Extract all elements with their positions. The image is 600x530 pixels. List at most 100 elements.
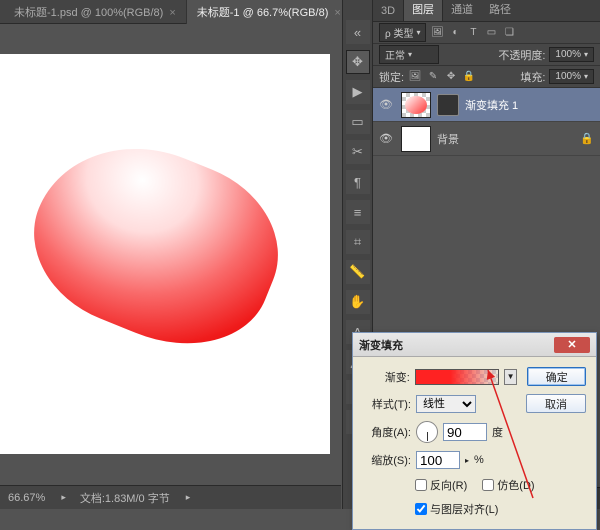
gradient-label: 渐变: [363,369,410,385]
layer-row[interactable]: 👁 渐变填充 1 [373,88,600,122]
crop-icon: ⌗ [354,234,361,250]
kind-label: ρ 类型 [385,25,413,40]
filter-smart-icon[interactable]: ❏ [502,26,516,40]
lock-pixels-icon[interactable]: 🖼 [408,70,422,84]
paragraph-icon: ¶ [354,175,361,190]
angle-dial[interactable] [416,421,438,443]
chevron-right-icon[interactable]: ▸ [61,492,66,503]
scale-unit: % [474,454,484,466]
lock-label: 锁定: [379,69,404,85]
play-icon: ▶ [353,84,363,100]
visibility-icon[interactable]: 👁 [379,132,395,145]
angle-label: 角度(A): [363,424,411,440]
dither-label: 仿色(D) [497,477,534,493]
lock-icon: 🔒 [580,132,594,145]
document-tab[interactable]: 未标题-1 @ 66.7%(RGB/8) × [187,0,352,24]
gradient-picker-button[interactable]: ▼ [504,369,518,385]
layer-thumbnail[interactable] [401,126,431,152]
chevron-down-icon: ▾ [584,50,588,59]
cancel-button[interactable]: 取消 [526,394,586,413]
tab-layers[interactable]: 图层 [403,0,443,21]
visibility-icon[interactable]: 👁 [379,98,395,111]
filter-adjust-icon[interactable]: ◐ [448,26,462,40]
panel-tabs: 3D 图层 通道 路径 [373,0,600,22]
layer-list: 👁 渐变填充 1 👁 背景 🔒 [373,88,600,156]
dialog-titlebar[interactable]: 渐变填充 ✕ [353,333,596,357]
tool-button[interactable]: ▭ [346,110,370,134]
kind-dropdown[interactable]: ρ 类型▾ [379,23,426,42]
scale-label: 缩放(S): [363,452,411,468]
opacity-value: 100% [555,49,581,60]
tab-label: 未标题-1 @ 66.7%(RGB/8) [197,7,329,19]
gradient-shape[interactable] [9,115,303,373]
align-label: 与图层对齐(L) [430,501,498,517]
lock-move-icon[interactable]: ✥ [444,70,458,84]
tool-button[interactable]: ⌗ [346,230,370,254]
angle-unit: 度 [492,424,503,440]
zoom-level[interactable]: 66.67% [8,492,45,504]
lock-row: 锁定: 🖼 ✎ ✥ 🔒 填充: 100%▾ [373,66,600,88]
chevron-down-icon: ▾ [584,72,588,81]
layer-filter-row: ρ 类型▾ 🖼 ◐ T ▭ ❏ [373,22,600,44]
fill-value: 100% [555,71,581,82]
ok-button[interactable]: 确定 [527,367,586,386]
opacity-label: 不透明度: [498,47,545,63]
fill-dropdown[interactable]: 100%▾ [549,69,594,84]
tab-channels[interactable]: 通道 [443,0,481,21]
align-icon: ≡ [354,205,362,220]
tool-button[interactable]: ✥ [346,50,370,74]
style-select[interactable]: 线性 [416,395,476,413]
document-tab[interactable]: 未标题-1.psd @ 100%(RGB/8) × [4,0,187,24]
angle-input[interactable] [443,423,487,441]
canvas[interactable] [0,54,330,454]
filter-text-icon[interactable]: T [466,26,480,40]
scissors-icon: ✂ [352,144,363,160]
close-button[interactable]: ✕ [554,337,590,353]
lock-position-icon[interactable]: ✎ [426,70,440,84]
chevron-right-icon[interactable]: ▸ [186,492,191,503]
layer-mask-thumbnail[interactable] [437,94,459,116]
canvas-area [0,24,341,485]
tool-button[interactable]: ✂ [346,140,370,164]
fill-label: 填充: [520,69,545,85]
tool-button[interactable]: ¶ [346,170,370,194]
opacity-dropdown[interactable]: 100%▾ [549,47,594,62]
chevron-down-icon: ▾ [416,28,420,37]
dialog-title: 渐变填充 [359,337,554,353]
tool-button[interactable]: 📏 [346,260,370,284]
filter-shape-icon[interactable]: ▭ [484,26,498,40]
close-icon[interactable]: × [334,7,340,19]
layer-row[interactable]: 👁 背景 🔒 [373,122,600,156]
blend-mode-value: 正常 [385,47,405,62]
layer-thumbnail[interactable] [401,92,431,118]
filter-image-icon[interactable]: 🖼 [430,26,444,40]
chevron-down-icon: ▾ [408,50,412,59]
reverse-label: 反向(R) [430,477,467,493]
scale-dropdown-icon[interactable]: ▸ [465,456,469,465]
lock-all-icon[interactable]: 🔒 [462,70,476,84]
blend-row: 正常▾ 不透明度: 100%▾ [373,44,600,66]
close-icon[interactable]: × [169,7,175,19]
tool-button[interactable]: ▶ [346,80,370,104]
hand-icon: ✋ [349,294,365,310]
scale-input[interactable] [416,451,460,469]
reverse-checkbox[interactable]: 反向(R) [415,477,467,493]
move-icon: ✥ [352,54,363,70]
tool-button[interactable]: ✋ [346,290,370,314]
status-bar: 66.67% ▸ 文档:1.83M/0 字节 ▸ [0,485,341,509]
ruler-icon: 📏 [349,264,365,280]
style-label: 样式(T): [363,396,411,412]
blend-mode-dropdown[interactable]: 正常▾ [379,45,439,64]
tab-label: 未标题-1.psd @ 100%(RGB/8) [14,7,163,19]
gradient-preview[interactable] [415,369,499,385]
tool-button[interactable]: ≡ [346,200,370,224]
tab-paths[interactable]: 路径 [481,0,519,21]
align-checkbox[interactable]: 与图层对齐(L) [415,501,498,517]
layer-name: 渐变填充 1 [465,97,518,113]
dither-checkbox[interactable]: 仿色(D) [482,477,534,493]
rect-icon: ▭ [351,114,363,130]
doc-size: 文档:1.83M/0 字节 [80,490,170,506]
gradient-fill-dialog: 渐变填充 ✕ 渐变: ▼ 确定 样式(T): 线性 取消 角度(A): 度 缩放… [352,332,597,530]
tab-3d[interactable]: 3D [373,1,403,21]
expand-icon[interactable]: « [346,20,370,44]
